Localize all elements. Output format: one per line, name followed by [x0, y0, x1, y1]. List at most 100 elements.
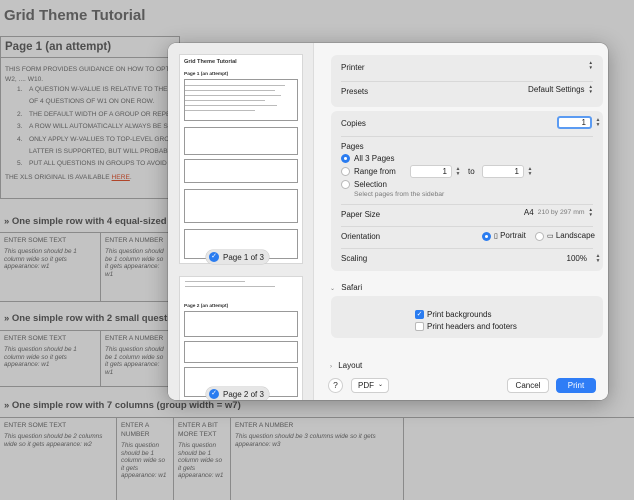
xls-note: THE XLS ORIGINAL IS AVAILABLE HERE.	[5, 173, 132, 183]
safari-section: ✓ Print backgrounds Print headers and fo…	[331, 296, 603, 338]
paper-size-popup[interactable]: A4 210 by 297 mm ▲ ▼	[523, 207, 593, 217]
all-pages-radio[interactable]	[341, 154, 350, 163]
question-cell[interactable]: ENTER A BIT MORE TEXT This question shou…	[174, 418, 231, 500]
divider	[341, 81, 593, 82]
cancel-button[interactable]: Cancel	[507, 378, 549, 393]
guidance-list-item: 3. A ROW WILL AUTOMATICALLY ALWAYS BE ST	[17, 122, 172, 132]
section-heading-3: » One simple row with 7 columns (group w…	[4, 400, 241, 411]
chevron-right-icon: ›	[330, 364, 332, 370]
question-label: ENTER A NUMBER	[121, 422, 150, 438]
thumb-title: Grid Theme Tutorial	[184, 59, 237, 65]
divider	[341, 248, 593, 249]
list-text: ONLY APPLY W-VALUES TO TOP-LEVEL GRO	[29, 135, 170, 143]
list-text: PUT ALL QUESTIONS IN GROUPS TO AVOID L	[29, 160, 173, 168]
question-cell[interactable]: ENTER SOME TEXT This question should be …	[0, 233, 101, 301]
thumb-title: Page 2 (an attempt)	[184, 304, 229, 309]
question-cell[interactable]: ENTER A NUMBER This question should be 1…	[101, 233, 168, 301]
portrait-option[interactable]: ▯ Portrait	[494, 231, 526, 240]
landscape-radio[interactable]	[535, 232, 544, 241]
question-label: ENTER A BIT MORE TEXT	[178, 422, 218, 438]
range-radio[interactable]	[341, 167, 350, 176]
layout-disclosure[interactable]: › Layout	[330, 361, 362, 370]
pdf-menu-button[interactable]: PDF ⌄	[351, 378, 389, 393]
printer-section: Printer ▲ ▼ Presets Default Settings ▲ ▼	[331, 55, 603, 107]
landscape-icon: ▭	[547, 233, 554, 240]
portrait-icon: ▯	[494, 233, 498, 240]
copies-label: Copies	[341, 119, 366, 128]
all-pages-label: All 3 Pages	[354, 154, 395, 163]
question-cell[interactable]: ENTER A NUMBER This question should be 1…	[117, 418, 174, 500]
thumb-block	[184, 189, 298, 223]
paper-size-value: A4	[523, 208, 534, 217]
question-row-2: ENTER SOME TEXT This question should be …	[0, 330, 168, 387]
printer-popup[interactable]: ▲ ▼	[585, 60, 593, 70]
print-settings: Printer ▲ ▼ Presets Default Settings ▲ ▼ C…	[314, 43, 608, 400]
thumb-subtitle: Page 1 (an attempt)	[184, 72, 229, 77]
xls-link[interactable]: HERE	[112, 174, 130, 181]
range-to-field[interactable]: 1	[482, 165, 524, 178]
question-cell[interactable]: ENTER SOME TEXT This question should be …	[0, 418, 117, 500]
list-number: 2.	[17, 110, 23, 118]
question-cell[interactable]: ENTER A NUMBER This question should be 1…	[101, 331, 168, 386]
print-headers-checkbox[interactable]	[415, 322, 424, 331]
question-hint: This question should be 1 column wide so…	[178, 442, 224, 480]
guidance-list-item: OF 4 QUESTIONS OF W1 ON ONE ROW.	[17, 97, 154, 107]
copies-field[interactable]: 1	[557, 116, 592, 129]
intro-text-continued: W2, .... W10.	[5, 76, 44, 83]
xls-note-text: THE XLS ORIGINAL IS AVAILABLE	[5, 174, 110, 181]
question-cell[interactable]: ENTER SOME TEXT This question should be …	[0, 331, 101, 386]
thumb-block	[184, 127, 298, 155]
presets-popup[interactable]: Default Settings ▲ ▼	[528, 84, 593, 94]
page-badge-label: Page 1 of 3	[223, 252, 264, 262]
question-row-3: ENTER SOME TEXT This question should be …	[0, 417, 634, 500]
form-title: Grid Theme Tutorial	[4, 7, 146, 24]
list-text: THE DEFAULT WIDTH OF A GROUP OR REPE	[29, 110, 171, 118]
range-from-stepper[interactable]: ▲ ▼	[454, 165, 462, 179]
safari-disclosure[interactable]: ⌄ Safari	[330, 283, 362, 292]
page-thumbnail-2[interactable]: Page 2 (an attempt)	[180, 277, 302, 400]
chevron-down-icon: ⌄	[330, 286, 336, 292]
thumb-line	[185, 100, 265, 101]
list-text: A ROW WILL AUTOMATICALLY ALWAYS BE ST	[29, 123, 172, 131]
list-number: 4.	[17, 135, 23, 143]
presets-value: Default Settings	[528, 85, 585, 94]
portrait-radio[interactable]	[482, 232, 491, 241]
checkmark-icon: ✓	[209, 252, 219, 262]
help-button[interactable]: ?	[328, 378, 343, 393]
page-thumbnail-1[interactable]: Grid Theme Tutorial Page 1 (an attempt)	[180, 55, 302, 263]
pdf-label: PDF	[358, 381, 374, 390]
page-badge-2: ✓ Page 2 of 3	[206, 387, 269, 400]
divider	[341, 136, 593, 137]
list-text: OF 4 QUESTIONS OF W1 ON ONE ROW.	[29, 98, 155, 106]
scaling-field[interactable]: 100%	[547, 252, 592, 265]
question-hint: This question should be 3 columns wide s…	[235, 433, 376, 448]
range-to-stepper[interactable]: ▲ ▼	[526, 165, 534, 179]
preview-sidebar[interactable]: Grid Theme Tutorial Page 1 (an attempt) …	[168, 43, 314, 400]
group-title: Page 1 (an attempt)	[5, 41, 112, 53]
paper-size-dims: 210 by 297 mm	[537, 209, 585, 216]
scaling-stepper[interactable]: ▲ ▼	[594, 252, 602, 266]
landscape-option[interactable]: ▭ Landscape	[547, 231, 595, 240]
guidance-list-item: 1. A QUESTION W-VALUE IS RELATIVE TO THE …	[17, 85, 176, 95]
safari-label: Safari	[341, 283, 363, 292]
thumb-line	[185, 110, 255, 111]
checkmark-icon: ✓	[209, 389, 219, 399]
range-from-field[interactable]: 1	[410, 165, 452, 178]
print-backgrounds-checkbox[interactable]: ✓	[415, 310, 424, 319]
question-label: ENTER A NUMBER	[105, 335, 164, 342]
presets-label: Presets	[341, 87, 369, 96]
selection-radio[interactable]	[341, 180, 350, 189]
dialog-footer: ? PDF ⌄ Cancel Print	[314, 372, 608, 400]
question-label: ENTER A NUMBER	[105, 237, 164, 244]
updown-chevron-icon: ▲ ▼	[588, 207, 593, 217]
copies-stepper[interactable]: ▲ ▼	[594, 116, 602, 130]
layout-settings-section: Copies 1 ▲ ▼ Pages All 3 Pages Range from…	[331, 111, 603, 271]
page-group: Page 1 (an attempt) THIS FORM PROVIDES G…	[0, 36, 180, 199]
print-button[interactable]: Print	[556, 378, 596, 393]
question-cell[interactable]: ENTER A NUMBER This question should be 3…	[231, 418, 404, 500]
list-text: A QUESTION W-VALUE IS RELATIVE TO THE W	[29, 86, 176, 93]
thumb-block	[184, 341, 298, 363]
selection-label: Selection	[354, 180, 387, 189]
print-dialog: Grid Theme Tutorial Page 1 (an attempt) …	[168, 43, 608, 400]
question-hint: This question should be 1 column wide so…	[105, 248, 164, 278]
